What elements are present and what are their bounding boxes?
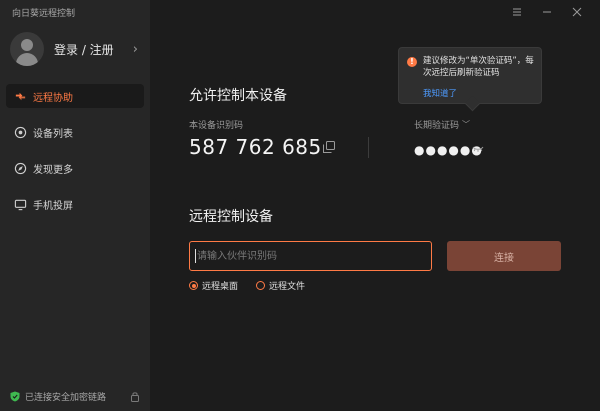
radio-remote-desktop[interactable]: 远程桌面 bbox=[189, 279, 238, 292]
device-list-icon bbox=[13, 125, 27, 139]
sidebar-item-discover[interactable]: 发现更多 bbox=[6, 156, 144, 180]
sidebar-item-screen-cast[interactable]: 手机投屏 bbox=[6, 192, 144, 216]
screen-cast-icon bbox=[13, 197, 27, 211]
password-type-dropdown[interactable]: 长期验证码 ﹀ bbox=[414, 118, 470, 131]
radio-selected-icon bbox=[189, 281, 198, 290]
remote-assist-icon bbox=[13, 89, 27, 103]
close-icon[interactable] bbox=[562, 4, 592, 20]
connection-status-text: 已连接安全加密链路 bbox=[25, 393, 107, 403]
tip-text: 建议修改为“单次验证码”，每次远控后刷新验证码 bbox=[423, 56, 534, 78]
sidebar-item-remote-assist[interactable]: 远程协助 bbox=[6, 84, 144, 108]
sidebar-item-label: 远程协助 bbox=[33, 92, 73, 104]
warning-icon: ! bbox=[407, 57, 417, 67]
radio-unselected-icon bbox=[256, 281, 265, 290]
divider bbox=[368, 137, 369, 158]
shield-icon bbox=[10, 391, 20, 402]
sidebar-item-label: 手机投屏 bbox=[33, 200, 73, 212]
sidebar-item-label: 设备列表 bbox=[33, 128, 73, 140]
radio-label: 远程桌面 bbox=[202, 282, 239, 292]
password-type-label: 长期验证码 bbox=[414, 121, 460, 131]
radio-label: 远程文件 bbox=[269, 282, 306, 292]
lock-icon[interactable] bbox=[130, 391, 140, 402]
window-controls bbox=[502, 4, 592, 20]
allow-control-title: 允许控制本设备 bbox=[189, 88, 287, 104]
connection-status: 已连接安全加密链路 bbox=[10, 390, 140, 403]
chevron-down-icon: ﹀ bbox=[462, 120, 471, 129]
avatar bbox=[10, 32, 44, 66]
sidebar-item-label: 发现更多 bbox=[33, 164, 73, 176]
radio-remote-file[interactable]: 远程文件 bbox=[256, 279, 305, 292]
discover-icon bbox=[13, 161, 27, 175]
minimize-icon[interactable] bbox=[532, 4, 562, 20]
device-id-label: 本设备识别码 bbox=[189, 121, 244, 131]
partner-id-input[interactable] bbox=[189, 241, 432, 271]
eye-closed-icon[interactable] bbox=[472, 145, 484, 153]
sidebar-item-device-list[interactable]: 设备列表 bbox=[6, 120, 144, 144]
sidebar: 向日葵远程控制 登录 / 注册 › 远程协助 设备列表 发现更多 手机投屏 已连… bbox=[0, 0, 150, 411]
login-label: 登录 / 注册 bbox=[54, 42, 114, 57]
text-cursor bbox=[195, 249, 196, 263]
login-button[interactable]: 登录 / 注册 › bbox=[10, 32, 140, 66]
dismiss-tip-link[interactable]: 我知道了 bbox=[423, 87, 457, 99]
connect-button[interactable]: 连接 bbox=[447, 241, 561, 271]
remote-control-title: 远程控制设备 bbox=[189, 209, 273, 225]
password-tip-popover: ! 建议修改为“单次验证码”，每次远控后刷新验证码 我知道了 bbox=[398, 47, 542, 104]
app-title: 向日葵远程控制 bbox=[12, 9, 76, 19]
device-id: 587 762 685 bbox=[189, 135, 322, 159]
chevron-right-icon: › bbox=[132, 41, 138, 57]
menu-icon[interactable] bbox=[502, 4, 532, 20]
copy-icon[interactable] bbox=[323, 141, 335, 153]
